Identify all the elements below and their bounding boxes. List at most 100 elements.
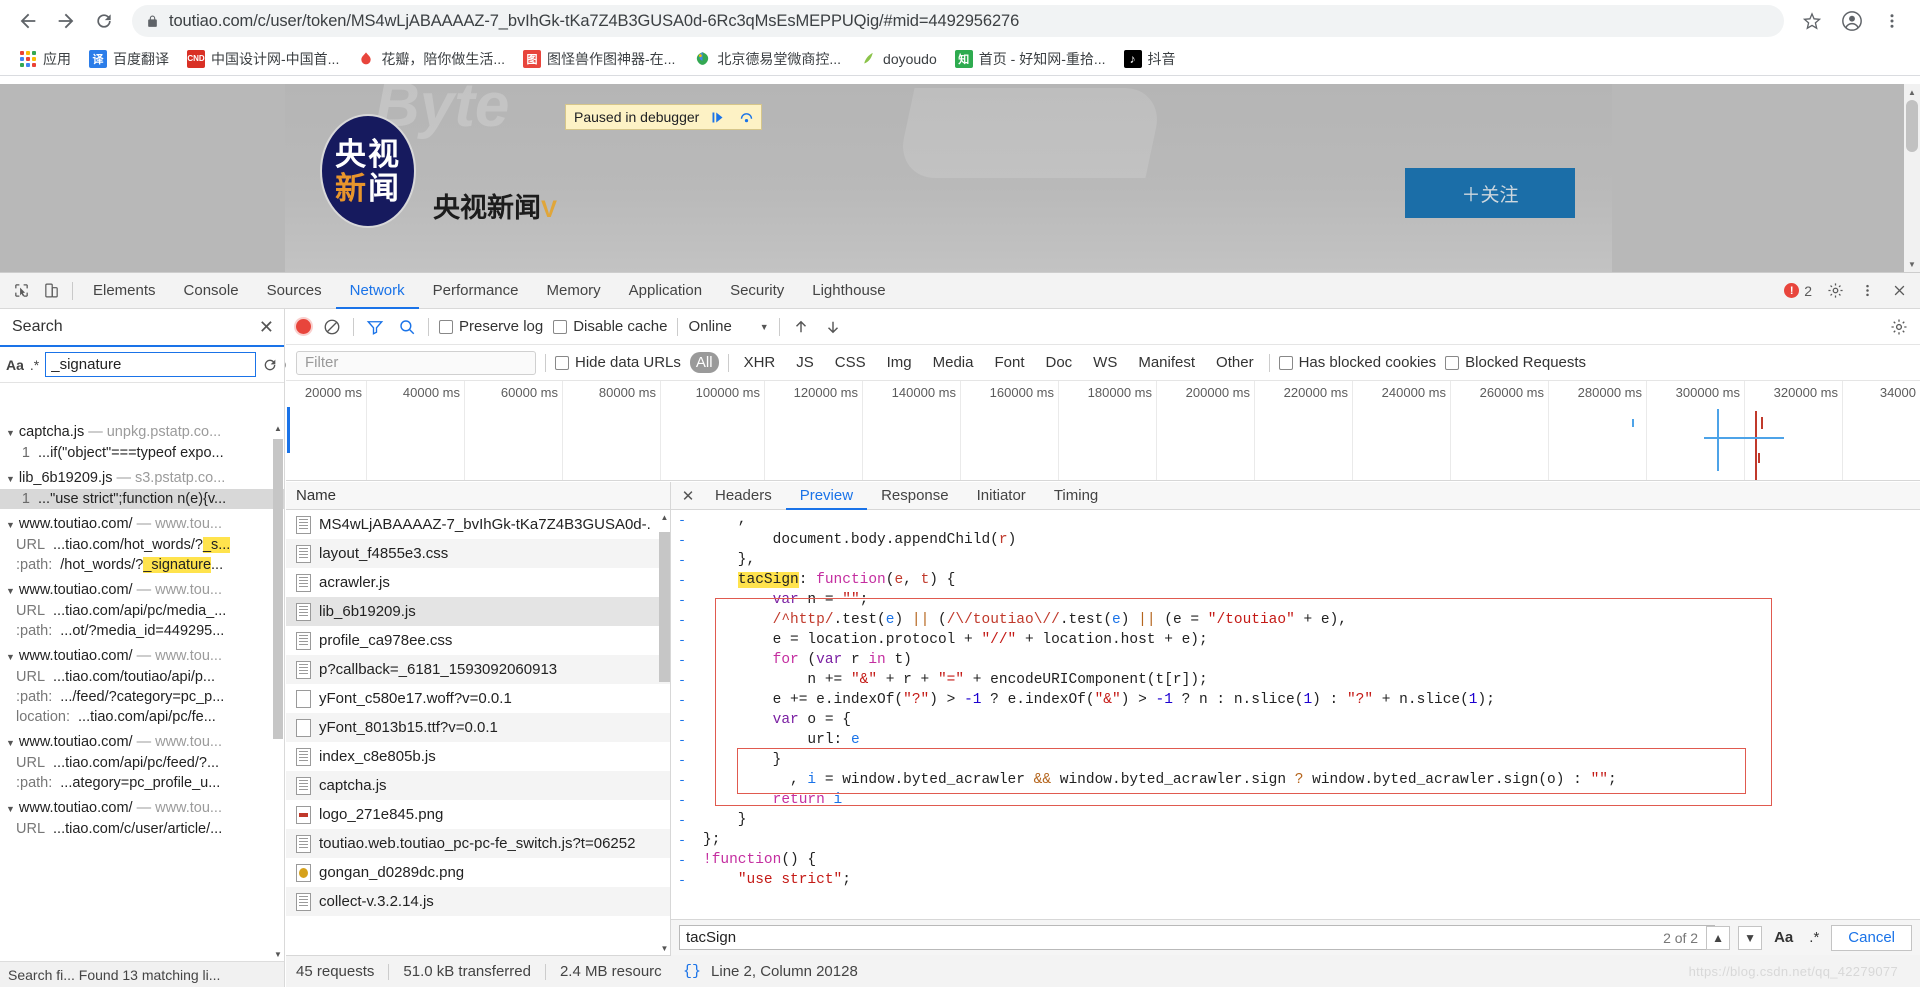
tab-preview[interactable]: Preview bbox=[786, 482, 867, 510]
request-list-scrollbar[interactable]: ▲ ▼ bbox=[659, 510, 670, 955]
three-dot-menu-icon[interactable] bbox=[1874, 3, 1910, 39]
checkbox[interactable] bbox=[439, 319, 453, 334]
checkbox[interactable] bbox=[553, 319, 568, 334]
fold-marker[interactable]: - bbox=[671, 633, 693, 648]
pretty-print-braces-icon[interactable]: {} bbox=[683, 963, 701, 980]
bookmark-baidu-translate[interactable]: 译 百度翻译 bbox=[82, 46, 176, 72]
fold-marker[interactable]: - bbox=[671, 613, 693, 628]
fold-marker[interactable]: - bbox=[671, 793, 693, 808]
chevron-down-icon[interactable]: ▼ bbox=[6, 586, 15, 596]
tab-elements[interactable]: Elements bbox=[79, 273, 170, 309]
search-input[interactable] bbox=[45, 352, 257, 377]
forward-arrow-icon[interactable] bbox=[48, 3, 84, 39]
search-result-line[interactable]: URL ...tiao.com/hot_words/?_s... bbox=[0, 535, 284, 555]
table-row[interactable]: p?callback=_6181_1593092060913 bbox=[286, 655, 670, 684]
fold-marker[interactable]: - bbox=[671, 513, 693, 528]
checkbox[interactable] bbox=[1278, 355, 1293, 370]
tab-console[interactable]: Console bbox=[170, 273, 253, 309]
scroll-down-arrow[interactable]: ▼ bbox=[659, 941, 670, 955]
scroll-up-arrow[interactable]: ▲ bbox=[659, 510, 670, 524]
follow-button[interactable]: ＋关注 bbox=[1405, 168, 1575, 218]
filter-all[interactable]: All bbox=[689, 352, 719, 373]
preserve-log-checkbox[interactable]: Preserve log bbox=[439, 318, 543, 335]
tab-timing[interactable]: Timing bbox=[1040, 482, 1112, 510]
search-result-file[interactable]: ▼ www.toutiao.com/ — www.tou... bbox=[0, 645, 284, 667]
gear-icon[interactable] bbox=[1820, 276, 1850, 306]
close-icon[interactable]: ✕ bbox=[675, 487, 701, 505]
address-bar[interactable]: toutiao.com/c/user/token/MS4wLjABAAAAZ-7… bbox=[132, 5, 1784, 37]
table-row[interactable]: gongan_d0289dc.png bbox=[286, 858, 670, 887]
bookmark-tuguaishou[interactable]: 图 图怪兽作图神器-在... bbox=[516, 46, 682, 72]
tab-security[interactable]: Security bbox=[716, 273, 798, 309]
search-result-file[interactable]: ▼ www.toutiao.com/ — www.tou... bbox=[0, 797, 284, 819]
filter-funnel-icon[interactable] bbox=[364, 316, 386, 338]
fold-marker[interactable]: - bbox=[671, 773, 693, 788]
tab-memory[interactable]: Memory bbox=[533, 273, 615, 309]
scroll-up-arrow[interactable]: ▲ bbox=[273, 421, 283, 435]
cancel-button[interactable]: Cancel bbox=[1831, 924, 1912, 951]
fold-marker[interactable]: - bbox=[671, 853, 693, 868]
hide-data-urls-checkbox[interactable]: Hide data URLs bbox=[555, 354, 681, 371]
search-result-line[interactable]: 1 ..."use strict";function n(e){v... bbox=[0, 489, 284, 509]
find-input[interactable] bbox=[679, 925, 1716, 950]
search-result-line[interactable]: location: ...tiao.com/api/pc/fe... bbox=[0, 707, 284, 727]
filter-other[interactable]: Other bbox=[1210, 352, 1260, 373]
export-har-icon[interactable] bbox=[822, 316, 844, 338]
throttling-dropdown[interactable]: Online ▼ bbox=[688, 318, 768, 335]
filter-css[interactable]: CSS bbox=[829, 352, 872, 373]
tab-performance[interactable]: Performance bbox=[419, 273, 533, 309]
search-result-file[interactable]: ▼ lib_6b19209.js — s3.pstatp.co... bbox=[0, 467, 284, 489]
scroll-down-arrow[interactable]: ▼ bbox=[273, 947, 283, 961]
fold-marker[interactable]: - bbox=[671, 573, 693, 588]
chevron-up-icon[interactable]: ▲ bbox=[1706, 925, 1731, 950]
blocked-requests-checkbox[interactable]: Blocked Requests bbox=[1445, 354, 1586, 371]
tab-initiator[interactable]: Initiator bbox=[963, 482, 1040, 510]
tab-lighthouse[interactable]: Lighthouse bbox=[798, 273, 899, 309]
bookmark-huaban[interactable]: 花瓣，陪你做生活... bbox=[350, 46, 512, 72]
bookmark-apps[interactable]: 应用 bbox=[12, 46, 78, 72]
bookmark-haozhi[interactable]: 知 首页 - 好知网-重拾... bbox=[948, 46, 1113, 72]
inspect-element-icon[interactable] bbox=[6, 276, 36, 306]
tab-network[interactable]: Network bbox=[336, 273, 419, 309]
table-row[interactable]: index_c8e805b.js bbox=[286, 742, 670, 771]
match-case-toggle[interactable]: Aa bbox=[6, 357, 24, 373]
table-row[interactable]: yFont_8013b15.ttf?v=0.0.1 bbox=[286, 713, 670, 742]
fold-marker[interactable]: - bbox=[671, 813, 693, 828]
filter-manifest[interactable]: Manifest bbox=[1132, 352, 1201, 373]
search-result-line[interactable]: :path: ...ategory=pc_profile_u... bbox=[0, 773, 284, 793]
scrollbar-thumb[interactable] bbox=[659, 532, 670, 682]
tab-headers[interactable]: Headers bbox=[701, 482, 786, 510]
has-blocked-cookies-checkbox[interactable]: Has blocked cookies bbox=[1278, 354, 1436, 371]
reload-icon[interactable] bbox=[86, 3, 122, 39]
checkbox[interactable] bbox=[1445, 355, 1460, 370]
tab-response[interactable]: Response bbox=[867, 482, 963, 510]
search-result-line[interactable]: 1 ...if("object"===typeof expo... bbox=[0, 443, 284, 463]
device-toolbar-icon[interactable] bbox=[36, 276, 66, 306]
chevron-down-icon[interactable]: ▼ bbox=[6, 738, 15, 748]
fold-marker[interactable]: - bbox=[671, 753, 693, 768]
chevron-down-icon[interactable]: ▼ bbox=[6, 520, 15, 530]
page-scrollbar[interactable]: ▲ ▼ bbox=[1904, 84, 1920, 272]
table-row[interactable]: profile_ca978ee.css bbox=[286, 626, 670, 655]
filter-ws[interactable]: WS bbox=[1087, 352, 1123, 373]
table-row[interactable]: layout_f4855e3.css bbox=[286, 539, 670, 568]
search-result-line[interactable]: URL ...tiao.com/toutiao/api/p... bbox=[0, 667, 284, 687]
filter-input[interactable] bbox=[296, 350, 536, 375]
search-result-file[interactable]: ▼ www.toutiao.com/ — www.tou... bbox=[0, 731, 284, 753]
fold-marker[interactable]: - bbox=[671, 673, 693, 688]
filter-img[interactable]: Img bbox=[881, 352, 918, 373]
checkbox[interactable] bbox=[555, 355, 569, 370]
search-results-list[interactable]: ▼ captcha.js — unpkg.pstatp.co... 1 ...i… bbox=[0, 421, 284, 961]
clear-icon[interactable] bbox=[321, 316, 343, 338]
bookmark-deyitang[interactable]: 北京德易堂微商控... bbox=[686, 46, 848, 72]
tab-sources[interactable]: Sources bbox=[253, 273, 336, 309]
bookmark-doyoudo[interactable]: doyoudo bbox=[852, 47, 944, 71]
step-over-icon[interactable] bbox=[735, 107, 757, 127]
filter-js[interactable]: JS bbox=[790, 352, 820, 373]
fold-marker[interactable]: - bbox=[671, 553, 693, 568]
tab-application[interactable]: Application bbox=[615, 273, 716, 309]
fold-marker[interactable]: - bbox=[671, 653, 693, 668]
regex-toggle[interactable]: .* bbox=[30, 357, 39, 373]
request-rows[interactable]: MS4wLjABAAAAZ-7_bvIhGk-tKa7Z4B3GUSA0d-. … bbox=[286, 510, 670, 955]
fold-marker[interactable]: - bbox=[671, 733, 693, 748]
